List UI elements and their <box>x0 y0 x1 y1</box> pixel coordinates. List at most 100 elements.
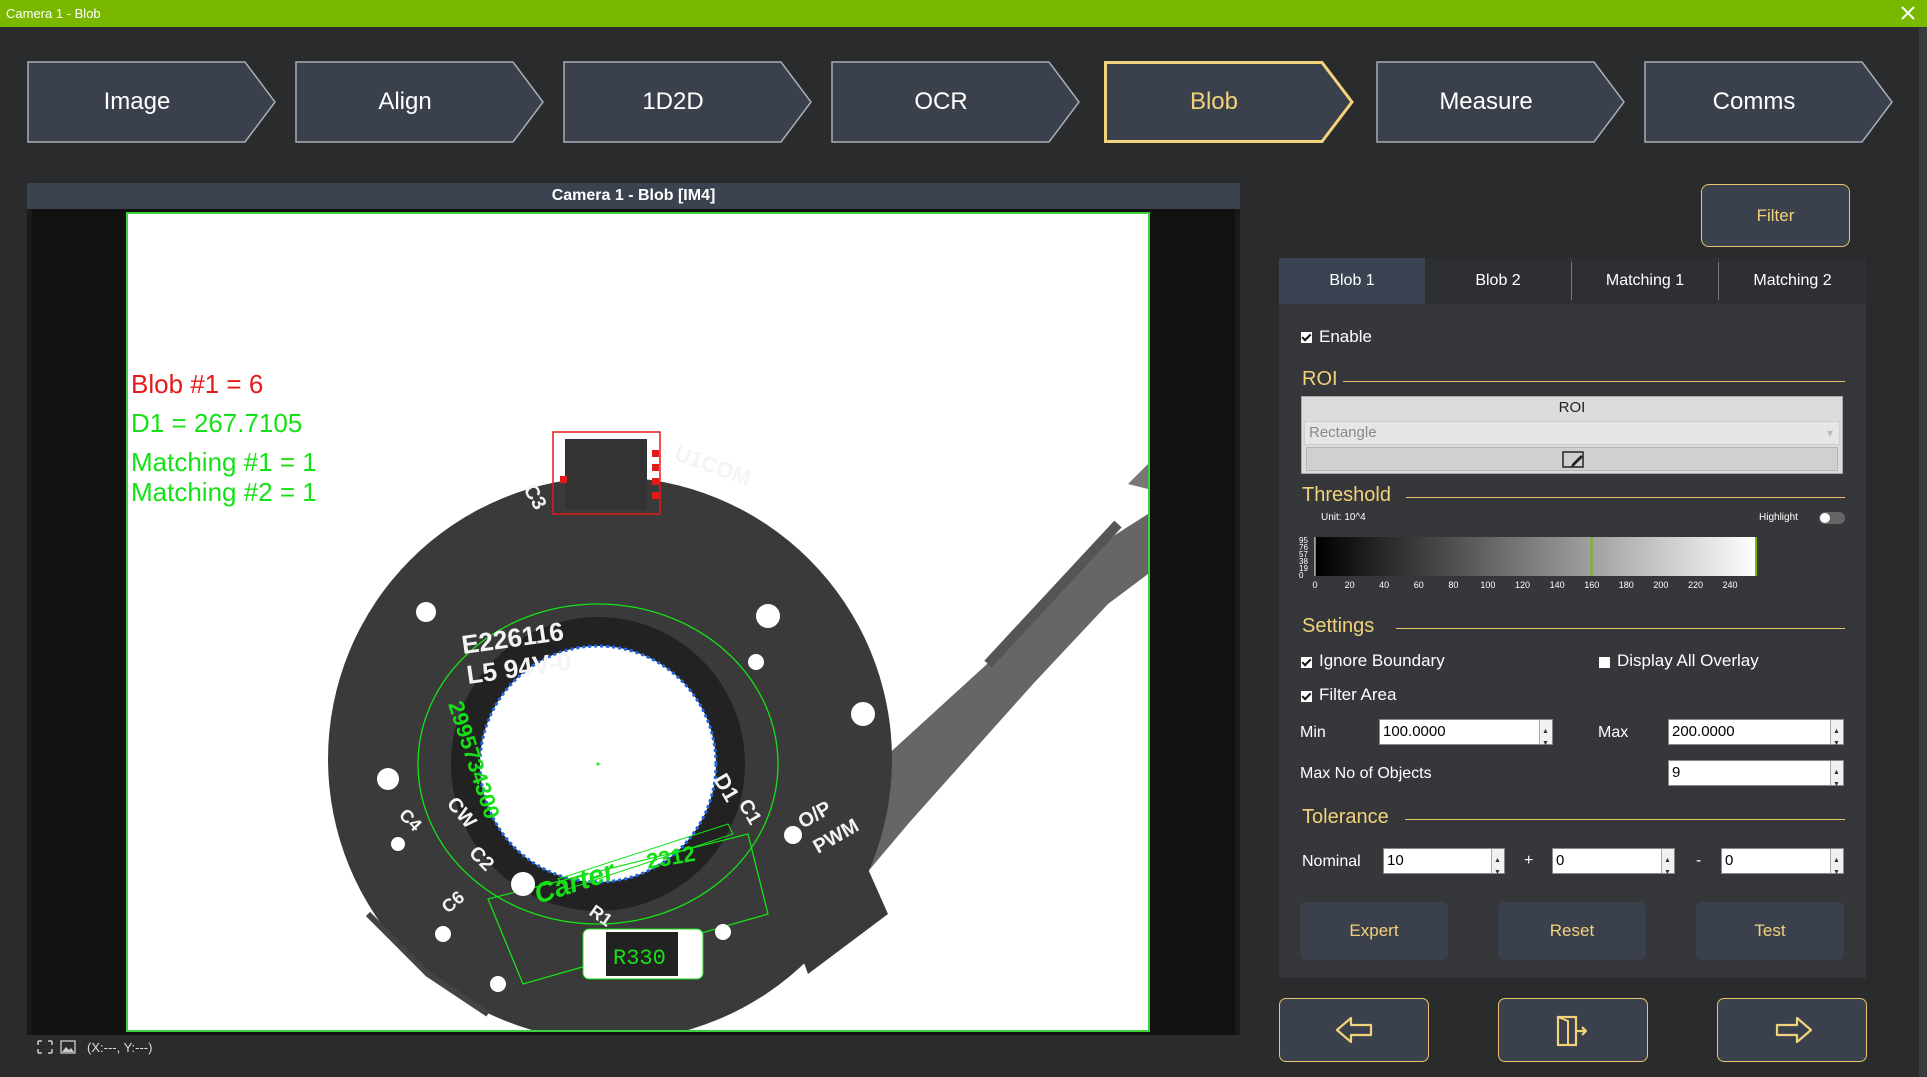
histogram-x-tick: 160 <box>1584 580 1599 590</box>
viewer-status-bar: (X:---, Y:---) <box>27 1035 1240 1060</box>
cursor-coordinates: (X:---, Y:---) <box>87 1040 153 1055</box>
max-objects-input[interactable]: 9 <box>1668 760 1844 797</box>
minus-symbol: - <box>1696 852 1702 869</box>
tab-matching-1[interactable]: Matching 1 <box>1572 258 1718 304</box>
histogram-y-tick: 0 <box>1299 571 1304 580</box>
previous-button[interactable] <box>1279 998 1429 1062</box>
nominal-value: 10 <box>1387 852 1404 869</box>
histogram-x-tick: 140 <box>1550 580 1565 590</box>
histogram-x-tick: 220 <box>1688 580 1703 590</box>
expert-button[interactable]: Expert <box>1300 902 1448 960</box>
tolerance-section-title: Tolerance <box>1302 806 1389 828</box>
nominal-spinner[interactable] <box>1491 849 1504 885</box>
max-area-value: 200.0000 <box>1672 723 1735 740</box>
plus-tolerance-value: 0 <box>1556 852 1565 869</box>
max-objects-value: 9 <box>1672 764 1681 781</box>
app-window: Camera 1 - Blob Image Align 1D2D OCR Blo… <box>0 0 1927 1077</box>
filter-area-label: Filter Area <box>1319 685 1397 704</box>
max-area-spinner[interactable] <box>1830 720 1843 756</box>
highlight-toggle[interactable] <box>1819 512 1845 524</box>
blob-center <box>596 762 600 766</box>
arrow-right-icon <box>1775 1016 1813 1044</box>
enable-label: Enable <box>1319 327 1372 346</box>
settings-section-title: Settings <box>1302 615 1375 637</box>
minus-tolerance-value: 0 <box>1725 852 1734 869</box>
step-measure-label: Measure <box>1439 88 1533 115</box>
nominal-input[interactable]: 10 <box>1383 848 1505 885</box>
exit-door-icon <box>1556 1015 1588 1047</box>
step-align-label: Align <box>378 88 432 115</box>
test-button[interactable]: Test <box>1696 902 1844 960</box>
enable-checkbox[interactable] <box>1301 332 1312 343</box>
section-divider <box>1405 819 1845 820</box>
reset-button[interactable]: Reset <box>1498 902 1646 960</box>
nominal-label: Nominal <box>1302 853 1361 870</box>
window-title: Camera 1 - Blob <box>6 6 101 21</box>
roi-edit-button[interactable] <box>1306 447 1838 471</box>
minus-tolerance-input[interactable]: 0 <box>1721 848 1844 885</box>
image-viewer: Camera 1 - Blob [IM4] R330 E226116 L5 94… <box>27 183 1240 1060</box>
filter-area-checkbox[interactable] <box>1301 691 1312 702</box>
histogram-gradient <box>1315 537 1756 576</box>
resistor-label: R330 <box>613 946 666 971</box>
filter-button[interactable]: Filter <box>1701 184 1850 247</box>
highlight-label: Highlight <box>1759 512 1798 523</box>
tab-matching-2[interactable]: Matching 2 <box>1719 258 1866 304</box>
close-icon[interactable] <box>1897 2 1919 24</box>
histogram-x-tick: 240 <box>1723 580 1738 590</box>
camera-image[interactable]: R330 E226116 L5 94V-0 U1COM C3 D1 C1 R1 … <box>126 212 1150 1032</box>
max-objects-spinner[interactable] <box>1830 761 1843 797</box>
histogram-x-tick: 0 <box>1312 580 1317 590</box>
pcb-text-c: U1COM <box>671 440 754 491</box>
threshold-section-title: Threshold <box>1302 484 1391 506</box>
step-blob-label: Blob <box>1189 88 1239 115</box>
step-image-label: Image <box>103 88 171 115</box>
next-button[interactable] <box>1717 998 1867 1062</box>
viewer-canvas[interactable]: R330 E226116 L5 94V-0 U1COM C3 D1 C1 R1 … <box>32 209 1235 1035</box>
histogram-x-tick: 20 <box>1345 580 1355 590</box>
matching2-overlay: Matching #2 = 1 <box>131 477 317 507</box>
histogram-x-tick: 180 <box>1619 580 1634 590</box>
display-all-overlay-checkbox[interactable] <box>1599 657 1610 668</box>
minus-tolerance-spinner[interactable] <box>1830 849 1843 885</box>
pcb-image: R330 E226116 L5 94V-0 U1COM C3 D1 C1 R1 … <box>328 431 1148 1030</box>
min-area-input[interactable]: 100.0000 <box>1379 719 1553 756</box>
min-label: Min <box>1300 724 1326 741</box>
window-scrollbar[interactable] <box>1919 27 1927 1077</box>
ignore-boundary-checkbox[interactable] <box>1301 657 1312 668</box>
min-area-spinner[interactable] <box>1539 720 1552 756</box>
roi-group-title: ROI <box>1558 399 1586 416</box>
max-objects-label: Max No of Objects <box>1300 765 1432 782</box>
fit-icon[interactable] <box>37 1040 53 1054</box>
plus-tolerance-input[interactable]: 0 <box>1552 848 1675 885</box>
step-1d2d-label: 1D2D <box>642 88 704 115</box>
ignore-boundary-label: Ignore Boundary <box>1319 651 1445 670</box>
min-area-value: 100.0000 <box>1383 723 1446 740</box>
threshold-histogram[interactable]: 957657381900 20 40 60 80 100 120 140 160 180 200 22… <box>1299 534 1859 604</box>
chip-pin-left <box>560 476 567 483</box>
plus-tolerance-spinner[interactable] <box>1661 849 1674 885</box>
histogram-x-tick: 200 <box>1653 580 1668 590</box>
step-comms-label: Comms <box>1712 88 1796 115</box>
arrow-left-icon <box>1335 1016 1373 1044</box>
max-label: Max <box>1598 724 1629 741</box>
blob-settings-panel: Blob 1 Blob 2 Matching 1 Matching 2 Enab… <box>1279 258 1866 978</box>
chevron-down-icon: ▾ <box>1826 426 1833 440</box>
image-icon[interactable] <box>60 1040 76 1054</box>
max-area-input[interactable]: 200.0000 <box>1668 719 1844 756</box>
plus-symbol: + <box>1524 852 1534 869</box>
exit-button[interactable] <box>1498 998 1648 1062</box>
section-divider <box>1396 628 1845 629</box>
tab-blob-1[interactable]: Blob 1 <box>1279 258 1425 304</box>
chip <box>565 439 647 509</box>
histogram-x-tick: 40 <box>1379 580 1389 590</box>
roi-shape-select[interactable]: Rectangle ▾ <box>1304 421 1840 445</box>
title-bar: Camera 1 - Blob <box>0 0 1927 27</box>
tab-blob-2[interactable]: Blob 2 <box>1425 258 1571 304</box>
histogram-x-tick: 60 <box>1414 580 1424 590</box>
flex-cable-tip <box>1128 464 1148 489</box>
display-all-overlay-label: Display All Overlay <box>1617 651 1759 670</box>
distance-overlay: D1 = 267.7105 <box>131 408 303 438</box>
viewer-title: Camera 1 - Blob [IM4] <box>27 183 1240 209</box>
roi-shape-value: Rectangle <box>1309 424 1377 441</box>
